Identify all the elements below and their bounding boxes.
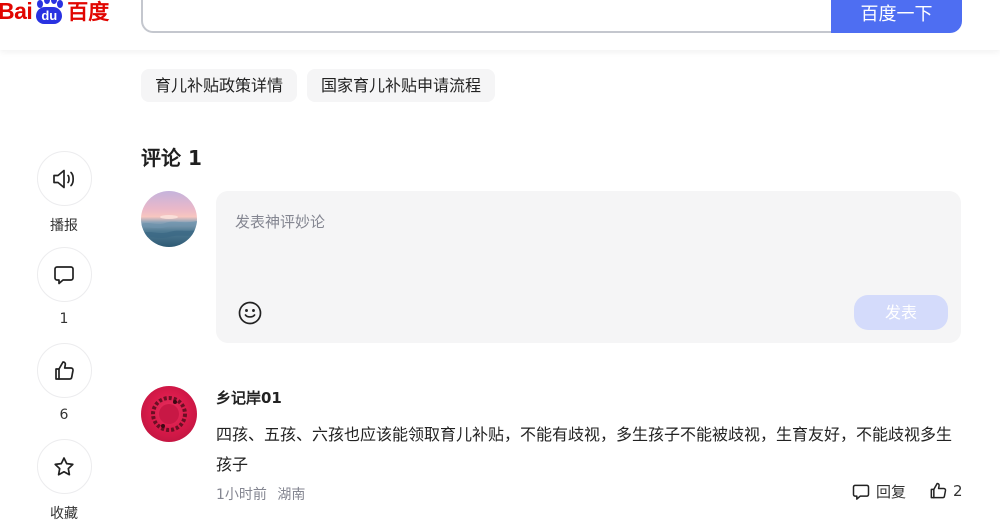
- like-button[interactable]: [36, 343, 92, 398]
- reply-button[interactable]: 回复: [851, 481, 906, 502]
- comment-like-count: 2: [953, 482, 963, 500]
- related-tag[interactable]: 育儿补贴政策详情: [141, 69, 298, 102]
- avatar-image: [151, 396, 187, 432]
- comment-count: 1: [59, 311, 69, 327]
- emoji-icon: [238, 301, 262, 325]
- thumbs-up-icon: [930, 482, 947, 499]
- search-input[interactable]: [143, 0, 833, 31]
- current-user-avatar: [141, 191, 197, 247]
- play-audio-action: 播报: [36, 151, 92, 235]
- related-tag[interactable]: 国家育儿补贴申请流程: [307, 69, 496, 102]
- comment-icon: [852, 484, 870, 500]
- related-search-tags: 育儿补贴政策详情 国家育儿补贴申请流程: [141, 69, 496, 102]
- paw-icon: du: [33, 0, 65, 25]
- star-icon: [54, 456, 74, 476]
- thumbs-up-icon: [55, 360, 74, 380]
- comment-icon: [54, 265, 74, 284]
- comment-button[interactable]: [36, 247, 92, 302]
- search-box: [141, 0, 833, 33]
- logo-chinese-text: 百度: [67, 1, 110, 24]
- page: Bai du 百度 百度一下 育儿补贴政策详情 国家育儿补贴申请流程 播报 1 …: [0, 0, 1000, 525]
- comment-like-button[interactable]: 2: [928, 481, 963, 501]
- commenter-name[interactable]: 乡记岸01: [216, 387, 282, 408]
- play-audio-button[interactable]: [36, 151, 92, 206]
- logo-bai-text: Bai: [0, 0, 33, 24]
- comment-meta: 1小时前 湖南: [216, 484, 305, 504]
- avatar-image: [141, 215, 197, 238]
- baidu-logo[interactable]: Bai du 百度: [0, 0, 109, 28]
- like-action: 6: [36, 343, 92, 423]
- search-button[interactable]: 百度一下: [831, 0, 962, 33]
- comment-editor: 发表: [216, 191, 961, 343]
- favorite-label: 收藏: [50, 506, 78, 522]
- comment-text: 四孩、五孩、六孩也应该能领取育儿补贴，不能有歧视，多生孩子不能被歧视，生育友好，…: [216, 425, 953, 474]
- reply-label: 回复: [876, 483, 907, 501]
- submit-comment-button[interactable]: 发表: [854, 295, 948, 330]
- play-audio-label: 播报: [50, 218, 78, 234]
- favorite-action: 收藏: [36, 439, 92, 523]
- comment-location: 湖南: [277, 487, 306, 503]
- comment-input[interactable]: [235, 211, 935, 291]
- like-count: 6: [59, 407, 69, 423]
- emoji-button[interactable]: [236, 299, 264, 327]
- comments-title: 评论 1: [141, 146, 202, 170]
- logo-du-text: du: [36, 7, 63, 24]
- comment-time: 1小时前: [216, 487, 267, 503]
- top-header: Bai du 百度 百度一下: [0, 0, 1000, 50]
- commenter-avatar[interactable]: [141, 386, 197, 442]
- favorite-button[interactable]: [36, 439, 92, 494]
- speaker-icon: [53, 169, 75, 188]
- comment-action: 1: [36, 247, 92, 327]
